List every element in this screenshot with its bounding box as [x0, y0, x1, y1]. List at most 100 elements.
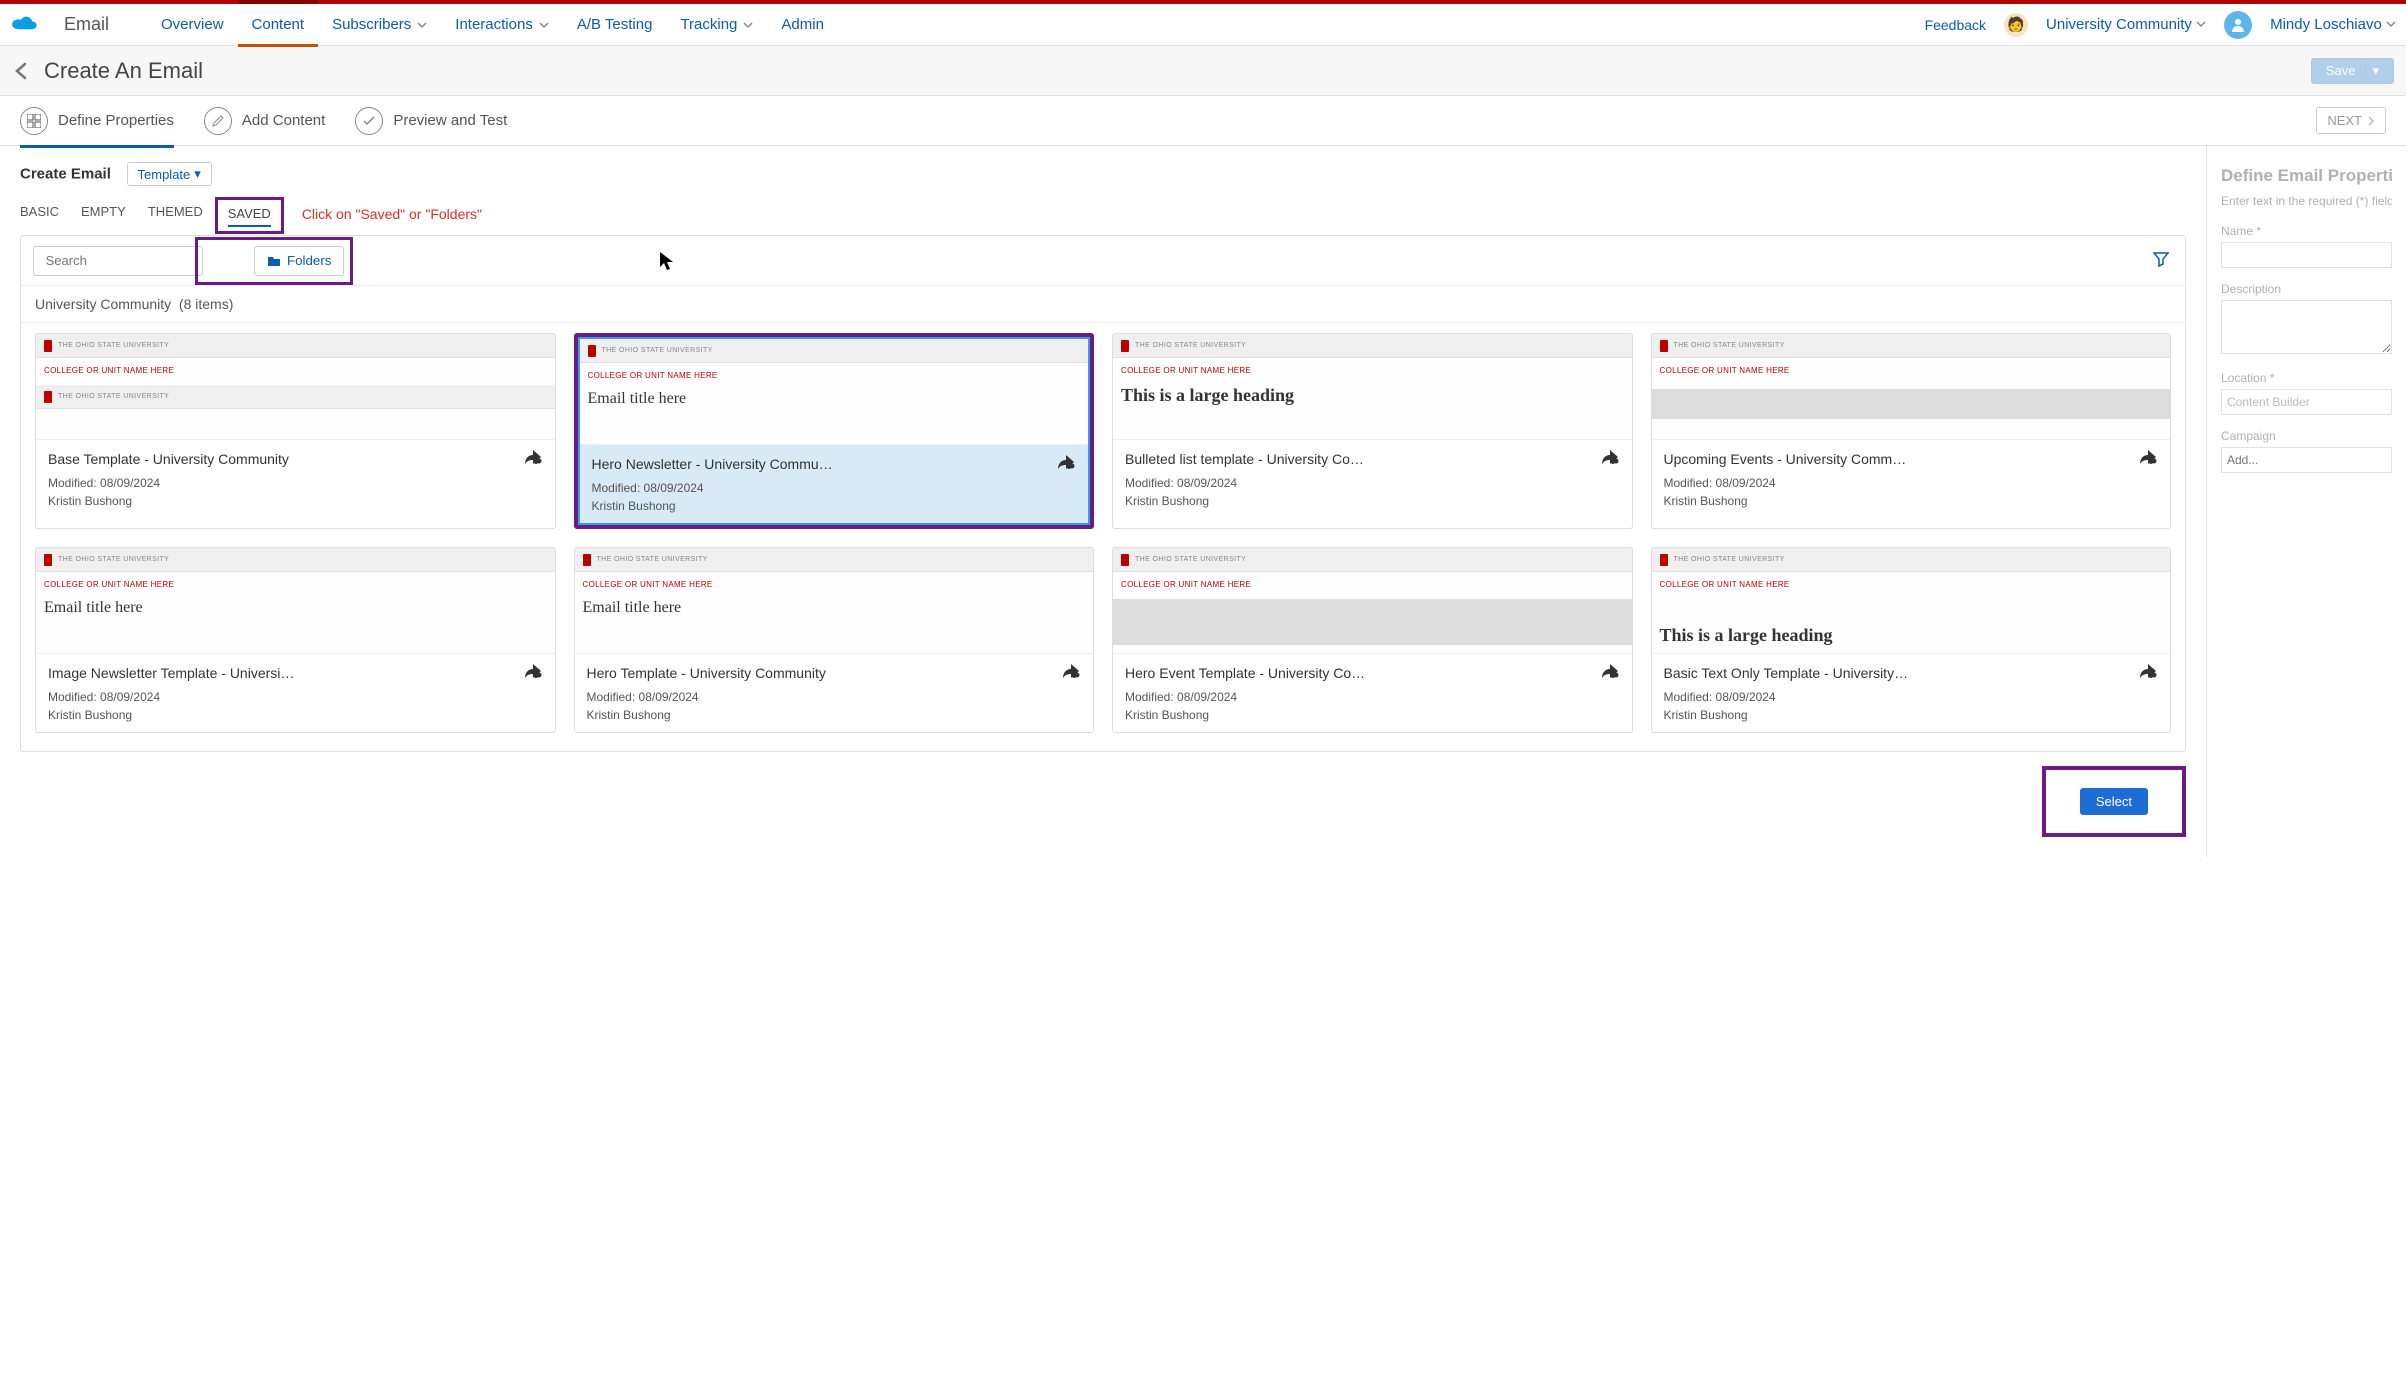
properties-panel: Define Email Properties Enter text in th… — [2206, 146, 2406, 857]
card-modified: Modified: 08/09/2024 — [48, 476, 543, 490]
sub-header: Create An Email Save▾ — [0, 46, 2406, 96]
step-preview-test[interactable]: Preview and Test — [355, 107, 507, 135]
card-title: Hero Newsletter - University Commu… — [592, 456, 1051, 472]
panel-breadcrumb: University Community (8 items) — [21, 286, 2185, 323]
location-input[interactable] — [2221, 389, 2392, 415]
template-tabs: BASIC EMPTY THEMED SAVED Click on "Saved… — [20, 204, 2186, 223]
salesforce-cloud-icon — [10, 15, 38, 35]
step-define-properties[interactable]: Define Properties — [20, 107, 174, 135]
tab-saved[interactable]: SAVED — [228, 206, 271, 227]
properties-heading: Define Email Properties — [2221, 166, 2392, 186]
tab-themed[interactable]: THEMED — [148, 204, 203, 223]
template-dropdown[interactable]: Template ▾ — [127, 162, 212, 186]
share-icon — [2140, 450, 2158, 468]
pencil-icon — [204, 107, 232, 135]
save-button[interactable]: Save▾ — [2311, 58, 2394, 84]
user-dropdown[interactable]: Mindy Loschiavo — [2270, 16, 2396, 33]
share-icon — [1602, 664, 1620, 682]
template-card[interactable]: THE OHIO STATE UNIVERSITYCOLLEGE OR UNIT… — [574, 547, 1095, 733]
share-icon — [1063, 664, 1081, 682]
properties-help: Enter text in the required (*) field — [2221, 194, 2392, 208]
annotation-highlight: Select — [2042, 766, 2186, 837]
annotation-highlight: Folders — [195, 237, 353, 285]
card-title: Basic Text Only Template - University… — [1664, 665, 2133, 681]
folder-icon — [267, 255, 281, 267]
share-icon — [1602, 450, 1620, 468]
template-card[interactable]: THE OHIO STATE UNIVERSITYCOLLEGE OR UNIT… — [1651, 547, 2172, 733]
template-thumbnail: THE OHIO STATE UNIVERSITYCOLLEGE OR UNIT… — [1113, 334, 1632, 440]
cartoon-avatar-icon[interactable]: 🧑 — [2004, 13, 2028, 37]
grid-icon — [20, 107, 48, 135]
card-title: Upcoming Events - University Comm… — [1664, 451, 2133, 467]
name-input[interactable] — [2221, 242, 2392, 268]
org-dropdown[interactable]: University Community — [2046, 16, 2206, 33]
check-icon — [355, 107, 383, 135]
name-label: Name * — [2221, 224, 2392, 238]
card-author: Kristin Bushong — [1125, 708, 1620, 722]
location-label: Location * — [2221, 371, 2392, 385]
hint-text: Click on "Saved" or "Folders" — [302, 206, 482, 222]
template-thumbnail: THE OHIO STATE UNIVERSITYCOLLEGE OR UNIT… — [1113, 548, 1632, 654]
tab-empty[interactable]: EMPTY — [81, 204, 126, 223]
select-button[interactable]: Select — [2080, 788, 2148, 815]
campaign-label: Campaign — [2221, 429, 2392, 443]
template-card[interactable]: THE OHIO STATE UNIVERSITYCOLLEGE OR UNIT… — [35, 333, 556, 529]
nav-a-b-testing[interactable]: A/B Testing — [563, 4, 667, 46]
nav-interactions[interactable]: Interactions — [441, 4, 563, 46]
tab-basic[interactable]: BASIC — [20, 204, 59, 223]
next-button[interactable]: NEXT — [2316, 107, 2386, 134]
folders-button[interactable]: Folders — [254, 246, 344, 276]
card-author: Kristin Bushong — [1664, 708, 2159, 722]
share-icon — [1058, 455, 1076, 473]
template-thumbnail: THE OHIO STATE UNIVERSITYCOLLEGE OR UNIT… — [575, 548, 1094, 654]
back-arrow-icon[interactable] — [12, 61, 32, 81]
template-panel: Folders University Community (8 items) T… — [20, 235, 2186, 752]
step-label: Define Properties — [58, 112, 174, 129]
card-title: Hero Template - University Community — [587, 665, 1056, 681]
nav-admin[interactable]: Admin — [767, 4, 838, 46]
card-author: Kristin Bushong — [1664, 494, 2159, 508]
template-card[interactable]: THE OHIO STATE UNIVERSITYCOLLEGE OR UNIT… — [1651, 333, 2172, 529]
card-author: Kristin Bushong — [48, 494, 543, 508]
card-author: Kristin Bushong — [587, 708, 1082, 722]
card-modified: Modified: 08/09/2024 — [1664, 476, 2159, 490]
template-card[interactable]: THE OHIO STATE UNIVERSITYCOLLEGE OR UNIT… — [1112, 333, 1633, 529]
template-thumbnail: THE OHIO STATE UNIVERSITYCOLLEGE OR UNIT… — [580, 339, 1089, 445]
wizard-steps: Define Properties Add Content Preview an… — [0, 96, 2406, 146]
feedback-link[interactable]: Feedback — [1925, 17, 1986, 33]
nav-tracking[interactable]: Tracking — [666, 4, 767, 46]
step-label: Add Content — [242, 112, 325, 129]
nav-subscribers[interactable]: Subscribers — [318, 4, 441, 46]
share-icon — [525, 664, 543, 682]
card-title: Image Newsletter Template - Universi… — [48, 665, 517, 681]
template-card[interactable]: THE OHIO STATE UNIVERSITYCOLLEGE OR UNIT… — [1112, 547, 1633, 733]
description-label: Description — [2221, 282, 2392, 296]
search-input[interactable] — [33, 246, 203, 276]
card-author: Kristin Bushong — [1125, 494, 1620, 508]
card-modified: Modified: 08/09/2024 — [592, 481, 1077, 495]
description-input[interactable] — [2221, 300, 2392, 354]
template-card[interactable]: THE OHIO STATE UNIVERSITYCOLLEGE OR UNIT… — [574, 333, 1095, 529]
card-title: Base Template - University Community — [48, 451, 517, 467]
user-avatar-icon[interactable] — [2224, 11, 2252, 39]
cursor-icon — [660, 252, 676, 272]
campaign-input[interactable] — [2221, 447, 2392, 473]
filter-icon[interactable] — [2149, 247, 2173, 274]
share-icon — [525, 450, 543, 468]
step-add-content[interactable]: Add Content — [204, 107, 325, 135]
create-email-label: Create Email — [20, 166, 111, 183]
top-nav: Email OverviewContentSubscribers Interac… — [0, 4, 2406, 46]
card-author: Kristin Bushong — [48, 708, 543, 722]
card-modified: Modified: 08/09/2024 — [587, 690, 1082, 704]
share-icon — [2140, 664, 2158, 682]
page-title: Create An Email — [44, 58, 203, 84]
template-thumbnail: THE OHIO STATE UNIVERSITYCOLLEGE OR UNIT… — [1652, 548, 2171, 654]
template-thumbnail: THE OHIO STATE UNIVERSITYCOLLEGE OR UNIT… — [1652, 334, 2171, 440]
nav-content[interactable]: Content — [238, 4, 319, 46]
template-thumbnail: THE OHIO STATE UNIVERSITYCOLLEGE OR UNIT… — [36, 548, 555, 654]
step-label: Preview and Test — [393, 112, 507, 129]
card-title: Hero Event Template - University Co… — [1125, 665, 1594, 681]
nav-overview[interactable]: Overview — [147, 4, 238, 46]
template-thumbnail: THE OHIO STATE UNIVERSITYCOLLEGE OR UNIT… — [36, 334, 555, 440]
template-card[interactable]: THE OHIO STATE UNIVERSITYCOLLEGE OR UNIT… — [35, 547, 556, 733]
